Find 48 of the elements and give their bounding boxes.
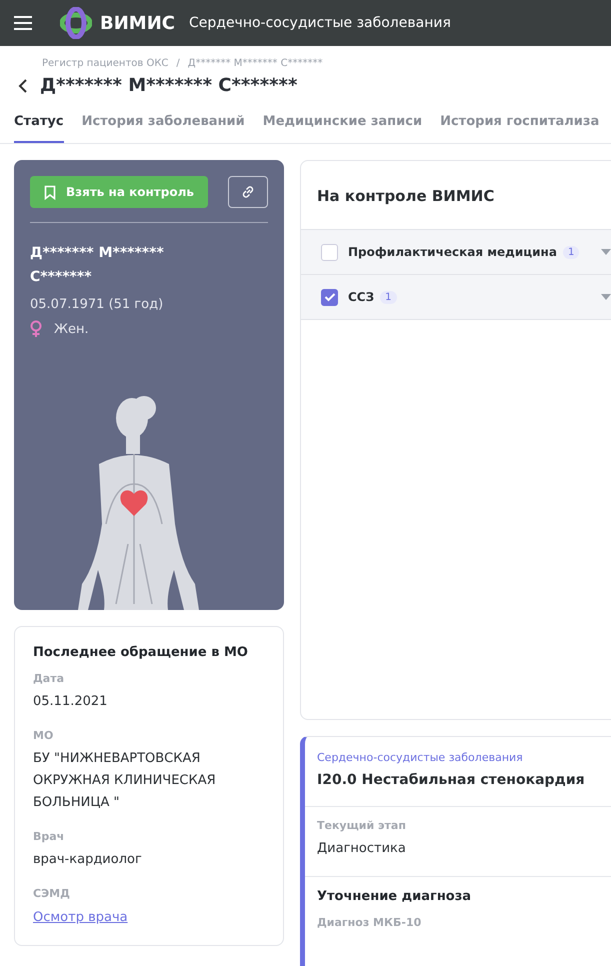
- sex-label: Жен.: [54, 322, 89, 336]
- bookmark-icon: [44, 184, 56, 200]
- diagnosis-category: Сердечно-сосудистые заболевания: [317, 751, 524, 764]
- field-label: СЭМД: [33, 887, 71, 900]
- female-icon: [30, 320, 42, 338]
- program-row[interactable]: Профилактическая медицина 1: [301, 229, 611, 274]
- tab[interactable]: Статус: [14, 114, 64, 143]
- header-title: Сердечно-сосудистые заболевания: [188, 15, 451, 31]
- document-link[interactable]: Осмотр врача: [33, 910, 128, 925]
- breadcrumb-link[interactable]: Д******* М******* С*******: [188, 58, 323, 69]
- caret-icon[interactable]: [601, 249, 611, 255]
- breadcrumb-link[interactable]: Регистр пациентов ОКС: [42, 58, 168, 69]
- field-value: врач-кардиолог: [33, 851, 143, 869]
- section-title: Уточнение диагноза: [317, 889, 472, 904]
- back-icon[interactable]: [18, 78, 28, 94]
- menu-icon[interactable]: [14, 16, 32, 30]
- birth-date: 05.07.1971 (51 год): [30, 297, 164, 312]
- logo-icon: [60, 7, 92, 39]
- field-label: МО: [33, 729, 54, 742]
- link-icon: [240, 184, 256, 200]
- field-value: 05.11.2021: [33, 693, 108, 711]
- count-badge: 1: [380, 290, 397, 304]
- patient-name: Д******* М******* С*******: [30, 244, 165, 287]
- field-label: Врач: [33, 830, 66, 843]
- take-control-button[interactable]: Взять на контроль: [30, 176, 208, 208]
- diagnosis-title: I20.0 Нестабильная стенокардия: [317, 772, 586, 788]
- checkbox[interactable]: [321, 288, 338, 306]
- field-label: Текущий этап: [317, 819, 407, 832]
- card-title: Последнее обращение в МО: [33, 645, 249, 660]
- tab[interactable]: История заболеваний: [82, 114, 245, 143]
- program-label: ССЗ: [348, 290, 374, 304]
- check-icon: [324, 292, 336, 302]
- field-value: БУ "НИЖНЕВАРТОВСКАЯ ОКРУЖНАЯ КЛИНИЧЕСКАЯ БОЛЬНИЦА ": [33, 750, 217, 812]
- field-label: Диагноз МКБ-10: [317, 916, 422, 929]
- count-badge: 1: [562, 246, 580, 258]
- card-title: На контроле ВИМИС: [316, 186, 496, 207]
- program-row[interactable]: ССЗ 1: [301, 274, 611, 320]
- link-button[interactable]: [228, 176, 268, 208]
- caret-icon[interactable]: [601, 294, 611, 300]
- tab[interactable]: История госпитализа: [440, 114, 600, 143]
- tab[interactable]: Медицинские записи: [262, 114, 422, 143]
- breadcrumb-separator: /: [176, 58, 180, 69]
- checkbox[interactable]: [321, 244, 338, 260]
- field-label: Дата: [33, 672, 66, 685]
- program-label: Профилактическая медицина: [348, 245, 557, 259]
- brand-name: ВИМИС: [100, 12, 175, 34]
- page-title: Д******* М******* С*******: [40, 75, 298, 96]
- field-value: Диагностика: [317, 840, 407, 858]
